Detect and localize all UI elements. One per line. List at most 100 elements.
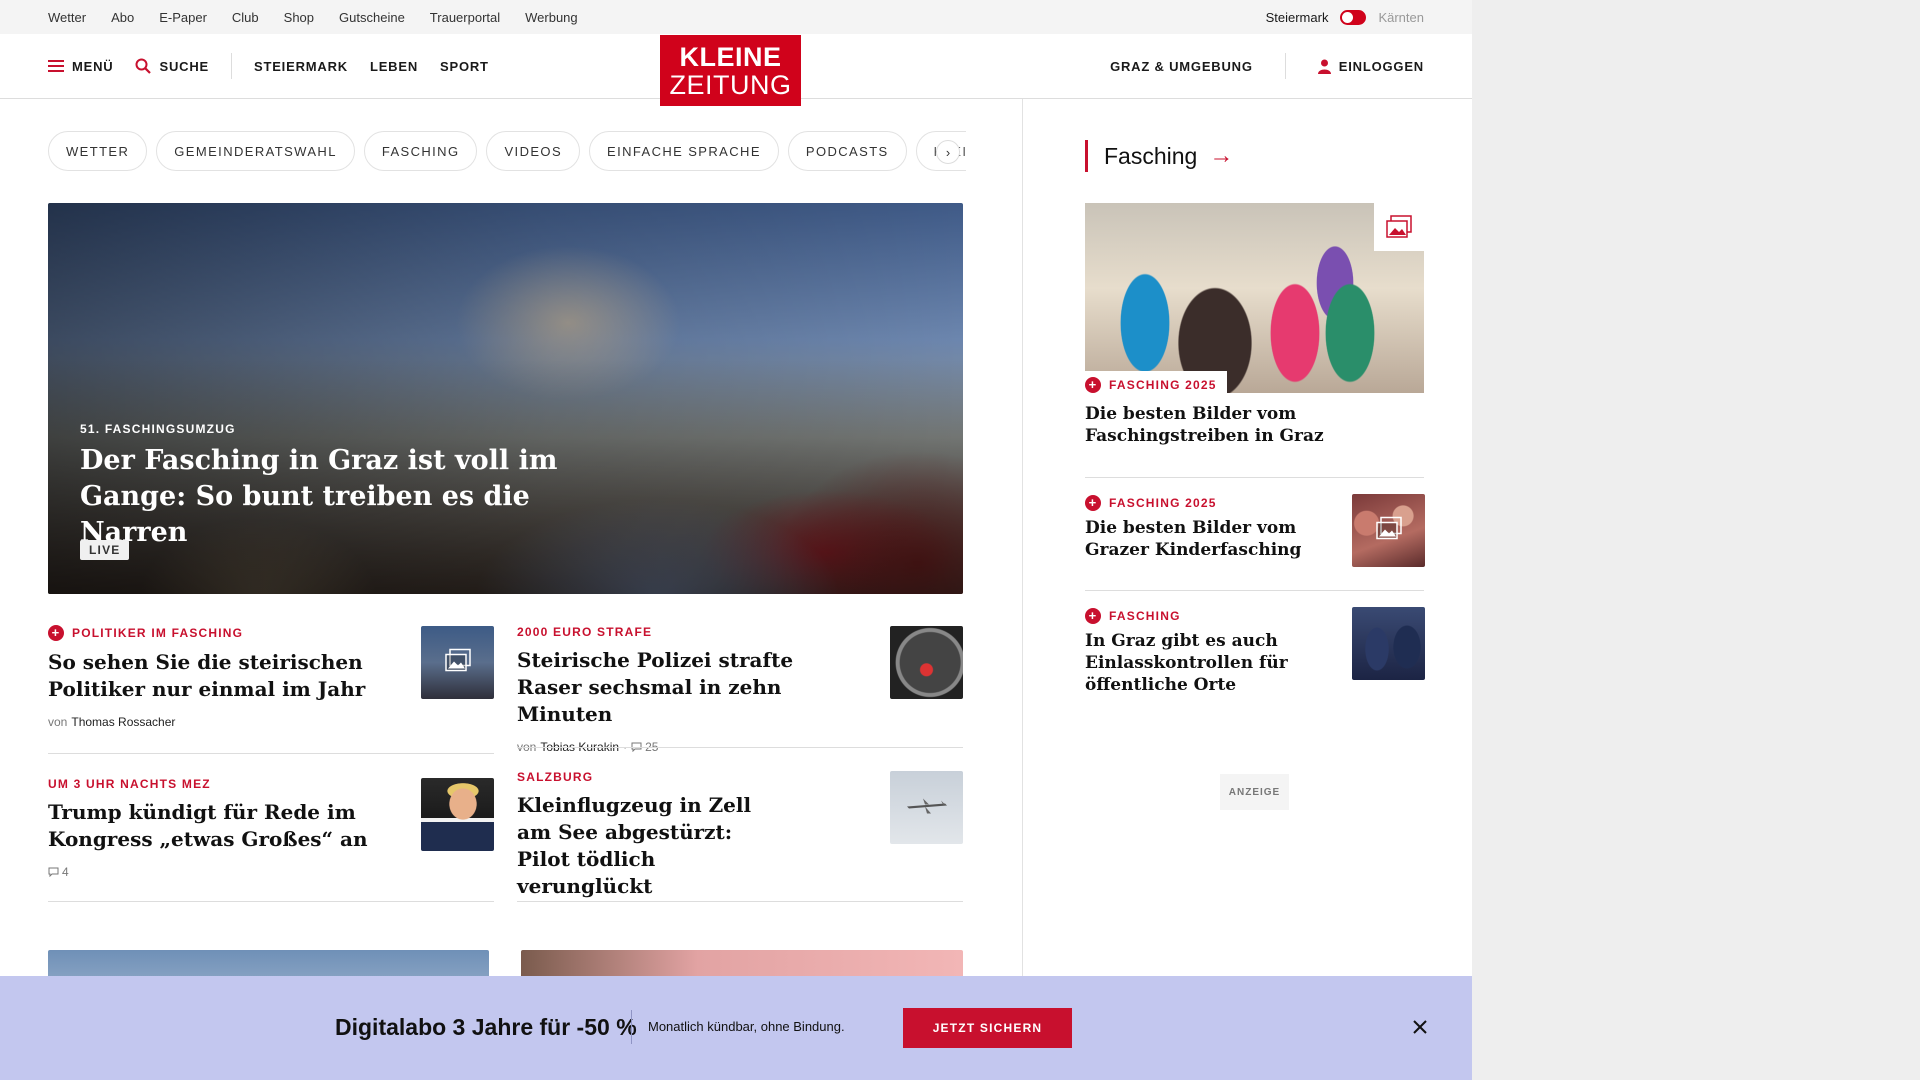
sidebar-divider (1085, 477, 1424, 478)
ad-label: ANZEIGE (1220, 774, 1289, 810)
utility-bar: Wetter Abo E-Paper Club Shop Gutscheine … (0, 0, 1472, 34)
utility-link-epaper[interactable]: E-Paper (159, 10, 207, 25)
byline-author[interactable]: Thomas Rossacher (71, 715, 175, 729)
pill-videos[interactable]: VIDEOS (486, 131, 581, 171)
header-divider-right (1284, 53, 1286, 79)
search-label: SUCHE (159, 58, 209, 74)
kicker-text: SALZBURG (517, 770, 594, 784)
utility-link-club[interactable]: Club (232, 10, 259, 25)
kicker-text: POLITIKER IM FASCHING (72, 626, 244, 640)
kicker-text: 2000 EURO STRAFE (517, 625, 653, 639)
sidebar-lead-title[interactable]: Die besten Bilder vom Faschingstreiben i… (1085, 403, 1424, 447)
gallery-icon (1386, 215, 1412, 238)
pill-podcasts[interactable]: PODCASTS (787, 131, 907, 171)
offer-headline: Digitalabo 3 Jahre für -50 % (335, 1014, 637, 1040)
hero-teaser[interactable]: 51. FASCHINGSUMZUG Der Fasching in Graz … (48, 203, 963, 594)
utility-link-abo[interactable]: Abo (111, 10, 134, 25)
utility-link-werbung[interactable]: Werbung (525, 10, 578, 25)
article-thumbnail[interactable] (890, 771, 963, 844)
sidebar-heading-text: Fasching (1104, 142, 1198, 169)
hero-title[interactable]: Der Fasching in Graz ist voll im Gange: … (80, 443, 600, 551)
pill-einfache-sprache[interactable]: EINFACHE SPRACHE (589, 131, 779, 171)
subscription-banner: Digitalabo 3 Jahre für -50 % Monatlich k… (0, 976, 1472, 1080)
article-divider (517, 901, 963, 902)
article-kicker: + FASCHING 2025 (1085, 377, 1217, 393)
offer-subline: Monatlich kündbar, ohne Bindung. (648, 1019, 845, 1034)
login-label: EINLOGGEN (1338, 58, 1424, 74)
pill-gemeinderatswahl[interactable]: GEMEINDERATSWAHL (156, 131, 355, 171)
article-kleinflugzeug[interactable]: SALZBURG Kleinflugzeug in Zell am See ab… (517, 770, 787, 900)
comment-count-value: 4 (62, 865, 69, 879)
sidebar-item-kinderfasching[interactable]: + FASCHING 2025 Die besten Bilder vom Gr… (1085, 495, 1315, 561)
article-title[interactable]: Kleinflugzeug in Zell am See abgestürzt:… (517, 792, 787, 900)
article-byline: von Thomas Rossacher (48, 715, 378, 729)
page: Wetter Abo E-Paper Club Shop Gutscheine … (0, 0, 1472, 1080)
search-button[interactable]: SUCHE (135, 58, 209, 74)
nav-steiermark[interactable]: STEIERMARK (254, 59, 348, 74)
sidebar-heading[interactable]: Fasching → (1085, 140, 1233, 172)
nav-leben[interactable]: LEBEN (370, 59, 418, 74)
sidebar-item-einlasskontrollen[interactable]: + FASCHING In Graz gibt es auch Einlassk… (1085, 608, 1315, 696)
utility-link-trauerportal[interactable]: Trauerportal (430, 10, 500, 25)
site-logo[interactable]: KLEINE ZEITUNG (660, 35, 801, 106)
pill-fasching[interactable]: FASCHING (363, 131, 478, 171)
sidebar-lead-image[interactable]: + FASCHING 2025 (1085, 203, 1424, 393)
article-title[interactable]: Steirische Polizei strafte Raser sechsma… (517, 647, 857, 728)
gallery-icon (444, 648, 471, 677)
article-thumbnail[interactable] (421, 626, 494, 699)
article-thumbnail[interactable] (890, 626, 963, 699)
premium-plus-icon: + (1085, 608, 1101, 624)
chevron-right-icon: › (945, 144, 951, 160)
article-divider (48, 753, 494, 754)
article-divider (48, 901, 494, 902)
kicker-text: FASCHING (1109, 609, 1181, 623)
kicker-text: FASCHING 2025 (1109, 496, 1217, 510)
article-title[interactable]: So sehen Sie die steirischen Politiker n… (48, 649, 378, 703)
gallery-badge (1374, 203, 1424, 251)
search-icon (135, 58, 152, 74)
region-kaernten[interactable]: Kärnten (1378, 10, 1424, 25)
article-title[interactable]: In Graz gibt es auch Einlasskontrollen f… (1085, 630, 1315, 696)
utility-link-wetter[interactable]: Wetter (48, 10, 86, 25)
login-button[interactable]: EINLOGGEN (1317, 58, 1424, 74)
nav-sport[interactable]: SPORT (440, 59, 489, 74)
comment-count[interactable]: 4 (48, 865, 69, 879)
article-kicker: + FASCHING 2025 (1085, 495, 1315, 511)
utility-link-shop[interactable]: Shop (284, 10, 314, 25)
pills-next-button[interactable]: › (936, 140, 960, 164)
browser-gutter (1472, 0, 1920, 1080)
sidebar-thumbnail[interactable] (1352, 494, 1425, 567)
column-divider (1022, 99, 1023, 979)
article-thumbnail[interactable] (421, 778, 494, 851)
sidebar-divider (1085, 590, 1424, 591)
article-byline: 4 (48, 865, 378, 879)
region-switch: Steiermark Kärnten (1266, 0, 1424, 34)
sidebar-thumbnail[interactable] (1352, 607, 1425, 680)
kicker-text: UM 3 UHR NACHTS MEZ (48, 777, 211, 791)
offer-divider (631, 1010, 632, 1044)
article-kicker: SALZBURG (517, 770, 787, 784)
nav-graz-umgebung[interactable]: GRAZ & UMGEBUNG (1110, 59, 1253, 74)
comment-icon (48, 867, 59, 877)
hamburger-icon (48, 60, 64, 72)
airplane-image (905, 794, 949, 821)
header-left: MENÜ SUCHE STEIERMARK LEBEN SPORT (48, 34, 511, 98)
article-raser[interactable]: 2000 EURO STRAFE Steirische Polizei stra… (517, 625, 857, 754)
article-politiker[interactable]: + POLITIKER IM FASCHING So sehen Sie die… (48, 625, 378, 729)
offer-close-button[interactable] (1410, 1017, 1430, 1037)
article-trump[interactable]: UM 3 UHR NACHTS MEZ Trump kündigt für Re… (48, 777, 378, 879)
menu-button[interactable]: MENÜ (48, 59, 113, 74)
article-kicker: 2000 EURO STRAFE (517, 625, 857, 639)
article-title[interactable]: Die besten Bilder vom Grazer Kinderfasch… (1085, 517, 1315, 561)
article-title[interactable]: Trump kündigt für Rede im Kongress „etwa… (48, 799, 378, 853)
pill-wetter[interactable]: WETTER (48, 131, 148, 171)
region-toggle[interactable] (1340, 9, 1367, 25)
header-right: GRAZ & UMGEBUNG EINLOGGEN (1110, 34, 1424, 98)
offer-cta-button[interactable]: JETZT SICHERN (903, 1008, 1072, 1048)
arrow-right-icon: → (1209, 142, 1234, 169)
region-steiermark[interactable]: Steiermark (1266, 10, 1329, 25)
utility-link-gutscheine[interactable]: Gutscheine (339, 10, 405, 25)
gallery-icon (1375, 516, 1402, 545)
header-divider (231, 53, 232, 79)
article-kicker: + FASCHING (1085, 608, 1315, 624)
